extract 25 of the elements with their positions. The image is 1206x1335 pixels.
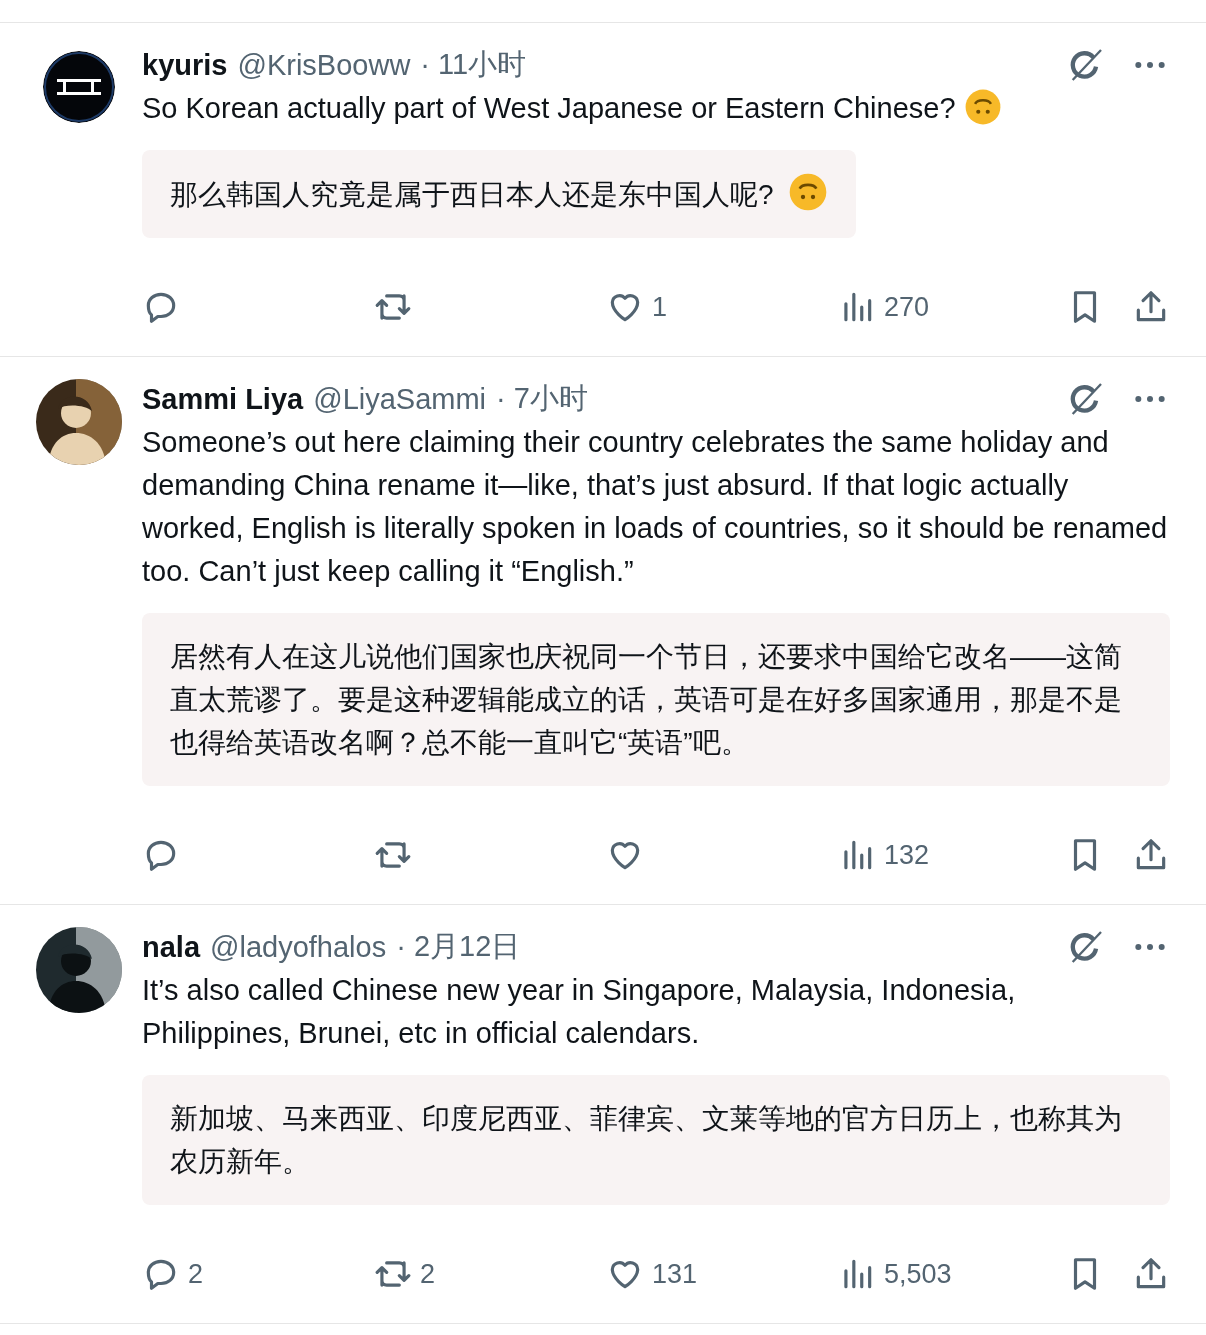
post-text: It’s also called Chinese new year in Singapore, Malaysia, Indonesia, Philippines, Brunei, etc in official calendars. bbox=[142, 973, 1017, 1051]
upside-down-face-icon bbox=[963, 88, 1002, 126]
author-name[interactable]: nala bbox=[142, 930, 201, 964]
post-time: · 7小时 bbox=[496, 381, 588, 416]
author-name[interactable]: kyuris bbox=[142, 48, 228, 82]
author-handle[interactable]: @LiyaSammi bbox=[313, 382, 487, 416]
translation-text: 居然有人在这儿说他们国家也庆祝同一个节日，还要求中国给它改名——这简直太荒谬了。要是这种逻辑能成立的话，英语可是在好多国家通用，那是不是也得给英语改名啊？总不能一直叫它“英语”吧。 bbox=[142, 613, 1170, 786]
views-count: 270 bbox=[884, 291, 930, 323]
reply-count: 2 bbox=[188, 1258, 204, 1290]
translation-text: 那么韩国人究竟是属于西日本人还是东中国人呢? bbox=[142, 150, 856, 238]
post-text: So Korean actually part of West Japanese or Eastern Chinese? bbox=[142, 87, 1170, 130]
post-text: Someone’s out here claiming their country celebrates the same holiday and demanding China rename it—like, that’s just absurd. If that logic actually worked, English is literally spoken in loads of countries, so it should be renamed too. Can’t just keep calling it “English.” bbox=[142, 425, 1169, 589]
translation-text: 新加坡、马来西亚、印度尼西亚、菲律宾、文莱等地的官方日历上，也称其为农历新年。 bbox=[142, 1075, 1170, 1205]
views-count: 5,503 bbox=[884, 1258, 952, 1290]
post-time: · 2月12日 bbox=[396, 929, 521, 964]
like-count: 131 bbox=[652, 1258, 698, 1290]
author-name[interactable]: Sammi Liya bbox=[142, 382, 304, 416]
logo-avatar[interactable] bbox=[43, 51, 115, 123]
author-handle[interactable]: @ladyofhalos bbox=[210, 930, 387, 964]
author-handle[interactable]: @KrisBooww bbox=[237, 48, 411, 82]
views-count: 132 bbox=[884, 839, 930, 871]
upside-down-face-icon bbox=[787, 172, 828, 212]
retweet-count: 2 bbox=[420, 1258, 436, 1290]
like-count: 1 bbox=[652, 291, 668, 323]
post-time: · 11小时 bbox=[420, 47, 527, 82]
